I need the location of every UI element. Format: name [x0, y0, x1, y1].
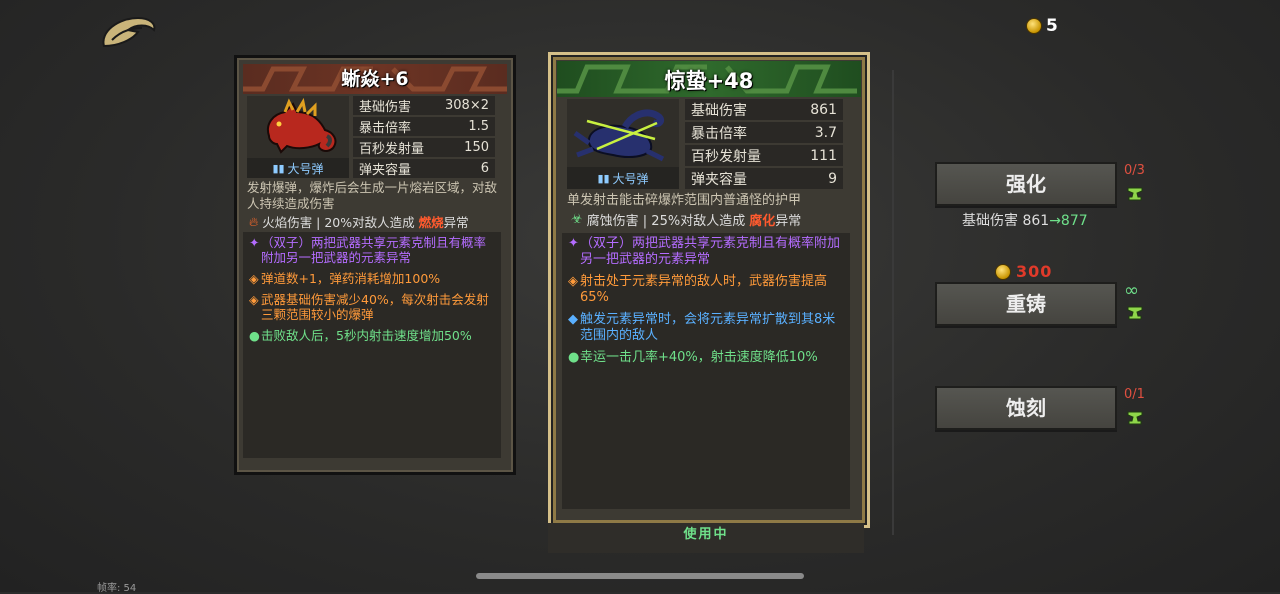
lizard-weapon-icon [267, 97, 337, 154]
coin-count: 5 [1046, 16, 1058, 36]
upgrade-button[interactable]: 强化 [935, 162, 1117, 206]
stat-label: 百秒发射量 [691, 148, 761, 165]
stat-row: 百秒发射量 111 [685, 145, 843, 166]
stat-label: 百秒发射量 [359, 142, 425, 157]
reforge-count: ∞ [1124, 280, 1139, 301]
weapon-portrait [567, 99, 679, 167]
stat-row: 弹夹容量 9 [685, 168, 843, 189]
weapon-description: 发射爆弹，爆炸后会生成一片熔岩区域，对敌人持续造成伤害 [247, 180, 498, 211]
trait-text: 武器基础伤害减少40%，每次射击会发射三颗范围较小的爆弹 [261, 292, 489, 322]
stat-value: 1.5 [468, 119, 489, 134]
in-use-label: 使用中 [548, 523, 864, 553]
reforge-button[interactable]: 重铸 [935, 282, 1117, 326]
preview-label: 基础伤害 [962, 213, 1018, 229]
stat-row: 暴击倍率 3.7 [685, 122, 843, 143]
trait-text: （双子）两把武器共享元素克制且有概率附加另一把武器的元素异常 [580, 236, 841, 267]
coin-icon [995, 263, 1011, 280]
stat-label: 基础伤害 [691, 102, 747, 119]
stat-label: 基础伤害 [359, 100, 412, 115]
weapon-title: 惊蛰+48 [664, 69, 754, 93]
trait-item: ◈ 弹道数+1，弹药消耗增加100% [249, 271, 441, 286]
engrave-button[interactable]: 蚀刻 [935, 386, 1117, 430]
anvil-icon [1127, 411, 1143, 425]
stat-row: 暴击倍率 1.5 [353, 117, 495, 136]
scorpion-weapon-icon [573, 109, 665, 162]
stat-row: 弹夹容量 6 [353, 159, 495, 178]
trait-item: ◈ 射击处于元素异常的敌人时，武器伤害提高65% [562, 271, 850, 309]
divider [892, 70, 894, 535]
weapon-title: 蜥焱+6 [341, 68, 409, 90]
element-info: 🔥︎ 火焰伤害 | 20%对敌人造成 燃烧 异常 [249, 212, 469, 231]
stats-table: 基础伤害 861 暴击倍率 3.7 百秒发射量 111 弹夹容量 9 [685, 99, 843, 191]
stat-value: 308×2 [445, 98, 489, 113]
element-suffix: 异常 [443, 215, 469, 230]
trait-text: 击败敌人后，5秒内射击速度增加50% [261, 328, 472, 343]
coin-icon [1026, 18, 1042, 34]
preview-new: 877 [1060, 213, 1088, 229]
trait-item: ● 幸运一击几率+40%，射击速度降低10% [568, 350, 818, 365]
cost-value: 300 [1016, 262, 1053, 281]
back-icon [102, 16, 156, 48]
trait-text: 射击处于元素异常的敌人时，武器伤害提高65% [580, 274, 828, 305]
ammo-label: 大号弹 [612, 171, 649, 186]
element-name: 燃烧 [418, 215, 444, 230]
engrave-count: 0/1 [1124, 387, 1145, 402]
stats-table: 基础伤害 308×2 暴击倍率 1.5 百秒发射量 150 弹夹容量 6 [353, 96, 495, 180]
back-button[interactable] [98, 12, 158, 52]
ammo-type: ▮▮ 大号弹 [247, 158, 349, 178]
trait-item: ✦ （双子）两把武器共享元素克制且有概率附加另一把武器的元素异常 [562, 233, 850, 271]
stat-value: 861 [810, 101, 837, 118]
weapon-card-right[interactable]: 惊蛰+48 ▮▮ 大号弹 基础伤害 861 暴击倍率 3.7 百秒发射量 111 弹夹… [548, 52, 870, 528]
stat-value: 150 [464, 140, 489, 155]
upgrade-count: 0/3 [1124, 163, 1145, 178]
trait-item: ◆ 触发元素异常时，会将元素异常扩散到其8米范围内的敌人 [562, 309, 850, 347]
coin-balance: 5 [1026, 16, 1058, 36]
stat-value: 9 [828, 170, 837, 187]
element-prefix: 腐蚀伤害 | 25%对敌人造成 [586, 214, 746, 229]
anvil-icon [1127, 187, 1143, 201]
element-name: 腐化 [749, 214, 776, 229]
stat-row: 基础伤害 861 [685, 99, 843, 120]
weapon-card-left[interactable]: 蜥焱+6 ▮▮ 大号弹 基础伤害 308×2 暴击倍率 1.5 百秒发射量 150 弹… [234, 55, 516, 475]
preview-old: 861 [1022, 213, 1050, 229]
trait-text: （双子）两把武器共享元素克制且有概率附加另一把武器的元素异常 [261, 235, 487, 265]
stat-value: 111 [810, 147, 837, 164]
element-prefix: 火焰伤害 | 20%对敌人造成 [262, 215, 415, 230]
stat-label: 弹夹容量 [359, 163, 412, 178]
element-suffix: 异常 [775, 214, 802, 229]
fire-icon: 🔥︎ [249, 213, 259, 229]
trait-text: 弹道数+1，弹药消耗增加100% [261, 271, 441, 286]
trait-list: ✦ （双子）两把武器共享元素克制且有概率附加另一把武器的元素异常 ◈ 射击处于元素异… [562, 233, 850, 509]
corrosion-icon: ☣ [571, 212, 583, 227]
ammo-icon: ▮▮ [272, 161, 285, 175]
trait-text: 触发元素异常时，会将元素异常扩散到其8米范围内的敌人 [580, 312, 836, 343]
ammo-label: 大号弹 [287, 161, 324, 176]
stat-label: 弹夹容量 [691, 171, 747, 188]
stat-value: 6 [480, 161, 489, 176]
ammo-icon: ▮▮ [597, 171, 610, 185]
trait-text: 幸运一击几率+40%，射击速度降低10% [580, 350, 818, 365]
preview-arrow: → [1049, 213, 1061, 229]
anvil-icon [1127, 306, 1143, 320]
upgrade-preview: 基础伤害 861→877 [962, 210, 1088, 230]
trait-item: ✦ （双子）两把武器共享元素克制且有概率附加另一把武器的元素异常 [243, 232, 501, 268]
trait-list: ✦ （双子）两把武器共享元素克制且有概率附加另一把武器的元素异常 ◈ 弹道数+1，弹… [243, 232, 501, 458]
ammo-type: ▮▮ 大号弹 [567, 167, 679, 189]
weapon-description: 单发射击能击碎爆炸范围内普通怪的护甲 [567, 193, 802, 208]
stat-label: 暴击倍率 [359, 121, 412, 136]
weapon-portrait [247, 96, 349, 158]
stat-value: 3.7 [814, 124, 837, 141]
stat-row: 基础伤害 308×2 [353, 96, 495, 115]
stat-label: 暴击倍率 [691, 125, 747, 142]
home-indicator[interactable] [476, 573, 804, 579]
trait-item: ● 击败敌人后，5秒内射击速度增加50% [249, 328, 472, 343]
stat-row: 百秒发射量 150 [353, 138, 495, 157]
reforge-cost: 300 [995, 262, 1052, 281]
element-info: ☣ 腐蚀伤害 | 25%对敌人造成 腐化 异常 [571, 210, 801, 229]
trait-item: ◈ 武器基础伤害减少40%，每次射击会发射三颗范围较小的爆弹 [243, 289, 501, 325]
